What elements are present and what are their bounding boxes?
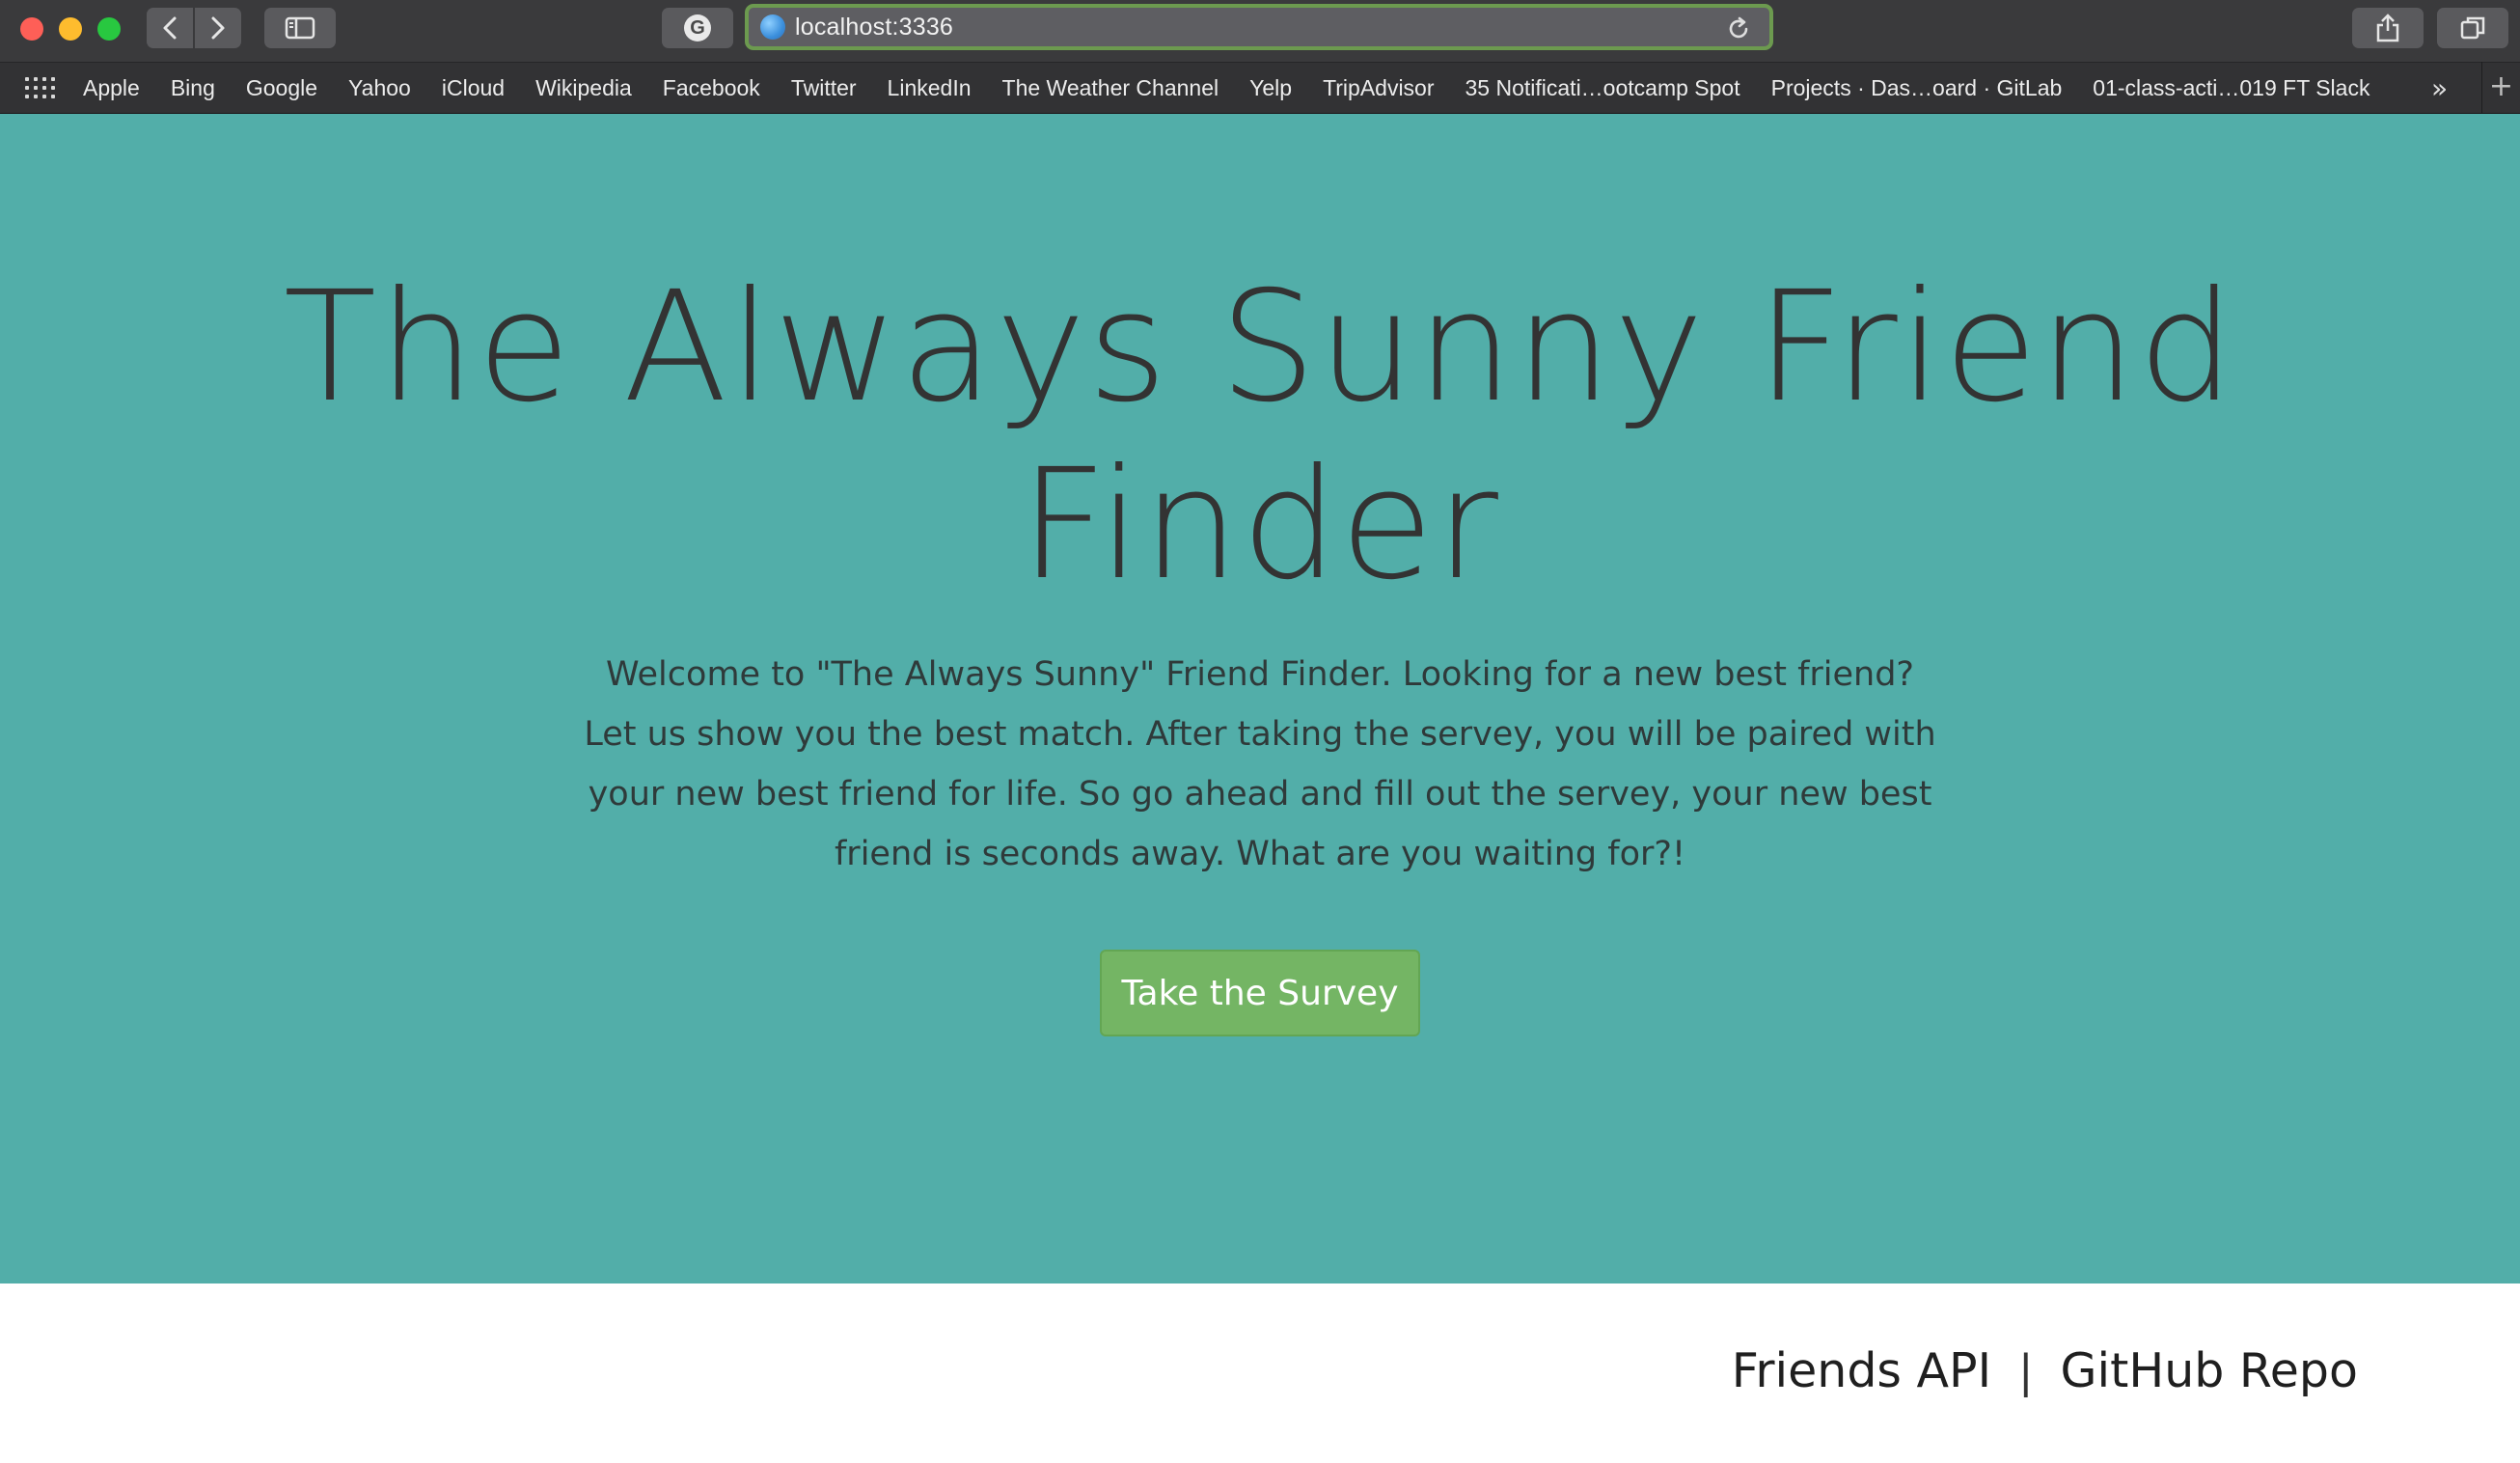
globe-icon [760, 14, 785, 40]
bookmark-weather-channel[interactable]: The Weather Channel [1002, 75, 1219, 101]
bookmark-bootcamp-spot[interactable]: 35 Notificati…ootcamp Spot [1465, 75, 1740, 101]
show-tabs-button[interactable] [2437, 8, 2508, 48]
page-title: The Always Sunny Friend Finder [283, 259, 2237, 614]
footer: Friends API | GitHub Repo [0, 1284, 2520, 1463]
new-tab-button[interactable]: + [2481, 62, 2520, 114]
apps-grid-icon[interactable] [25, 77, 55, 100]
grammarly-extension-button[interactable]: G [662, 8, 733, 48]
sidebar-icon [285, 16, 315, 40]
bookmark-twitter[interactable]: Twitter [791, 75, 857, 101]
bookmark-list: Apple Bing Google Yahoo iCloud Wikipedia… [83, 63, 2400, 113]
bookmark-slack[interactable]: 01-class-acti…019 FT Slack [2093, 75, 2369, 101]
hero-section: The Always Sunny Friend Finder Welcome t… [0, 114, 2520, 1284]
grammarly-icon: G [684, 14, 711, 41]
forward-button[interactable] [195, 8, 241, 48]
bookmark-linkedin[interactable]: LinkedIn [888, 75, 972, 101]
bookmark-tripadvisor[interactable]: TripAdvisor [1323, 75, 1434, 101]
minimize-window-button[interactable] [59, 17, 82, 41]
address-bar[interactable]: localhost:3336 [745, 4, 1773, 50]
url-text[interactable]: localhost:3336 [795, 14, 953, 41]
bookmark-gitlab[interactable]: Projects · Das…oard · GitLab [1771, 75, 2063, 101]
github-repo-link[interactable]: GitHub Repo [2061, 1343, 2358, 1398]
bookmarks-bar: Apple Bing Google Yahoo iCloud Wikipedia… [0, 62, 2520, 114]
more-bookmarks-button[interactable]: » [2431, 72, 2448, 104]
bookmark-yahoo[interactable]: Yahoo [348, 75, 411, 101]
bookmark-facebook[interactable]: Facebook [663, 75, 760, 101]
bookmark-apple[interactable]: Apple [83, 75, 140, 101]
bookmark-bing[interactable]: Bing [171, 75, 215, 101]
share-icon [2376, 14, 2399, 42]
bookmark-icloud[interactable]: iCloud [442, 75, 505, 101]
welcome-text: Welcome to "The Always Sunny" Friend Fin… [584, 655, 1936, 873]
reload-icon[interactable] [1725, 15, 1752, 42]
share-button[interactable] [2352, 8, 2424, 48]
bookmark-google[interactable]: Google [246, 75, 317, 101]
back-button[interactable] [147, 8, 193, 48]
friends-api-link[interactable]: Friends API [1732, 1343, 1991, 1398]
browser-titlebar: G localhost:3336 [0, 0, 2520, 62]
chevron-right-icon [211, 16, 225, 40]
take-survey-button[interactable]: Take the Survey [1100, 950, 1420, 1036]
maximize-window-button[interactable] [97, 17, 121, 41]
footer-separator: | [2018, 1344, 2034, 1397]
close-window-button[interactable] [20, 17, 43, 41]
tabs-icon [2460, 16, 2485, 40]
sidebar-toggle-button[interactable] [264, 8, 336, 48]
footer-links: Friends API | GitHub Repo [1732, 1343, 2358, 1398]
chevron-left-icon [163, 16, 177, 40]
bookmark-yelp[interactable]: Yelp [1249, 75, 1292, 101]
bookmark-wikipedia[interactable]: Wikipedia [535, 75, 632, 101]
